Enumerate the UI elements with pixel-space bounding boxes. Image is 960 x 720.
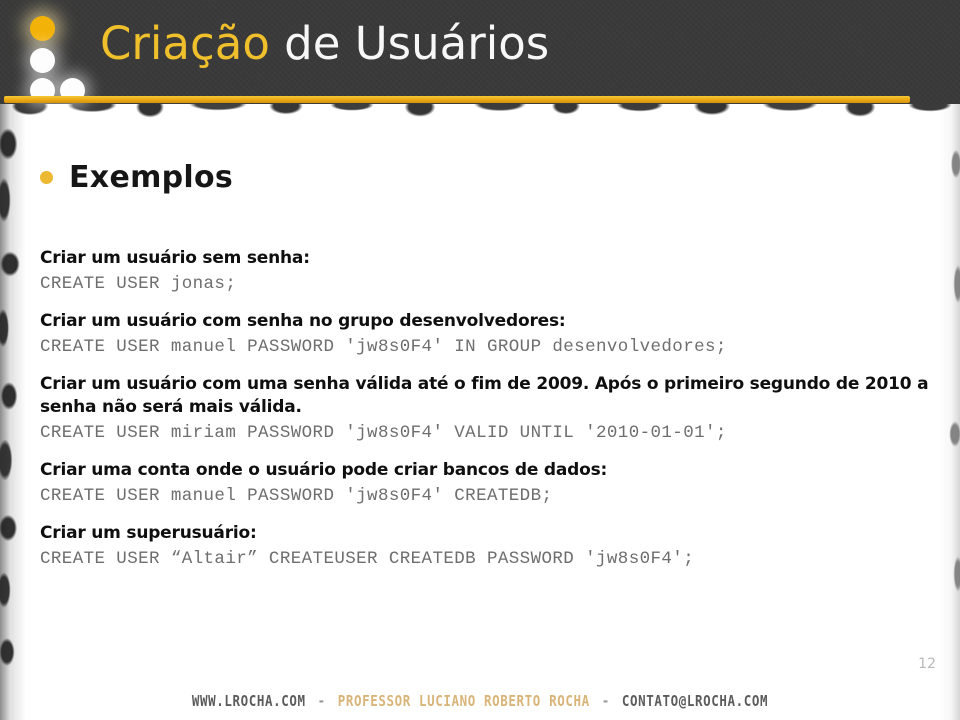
page-number: 12	[918, 656, 936, 672]
example-item: Criar um usuário com senha no grupo dese…	[40, 310, 940, 360]
lrocha-dots-logo-icon	[14, 16, 92, 103]
example-item: Criar um superusuário: CREATE USER “Alta…	[40, 522, 940, 572]
example-code: CREATE USER manuel PASSWORD 'jw8s0F4' CR…	[40, 486, 553, 506]
example-code: CREATE USER jonas;	[40, 274, 237, 294]
section-heading-label: Exemplos	[69, 160, 234, 195]
footer-website: WWW.LROCHA.COM	[191, 691, 306, 709]
example-code: CREATE USER miriam PASSWORD 'jw8s0F4' VA…	[40, 423, 727, 443]
section-heading: Exemplos	[40, 160, 233, 195]
slide-root: Criação de Usuários Exemplos Criar um us…	[0, 0, 960, 720]
logo-dot-orange	[30, 16, 55, 41]
example-description: Criar uma conta onde o usuário pode cria…	[40, 460, 608, 480]
slide-header: Criação de Usuários	[0, 0, 960, 104]
example-description: Criar um usuário sem senha:	[40, 248, 310, 268]
example-description: Criar um usuário com uma senha válida at…	[40, 374, 935, 417]
page-title: Criação de Usuários	[100, 14, 549, 74]
footer-separator-right: -	[601, 691, 610, 709]
example-code: CREATE USER “Altair” CREATEUSER CREATEDB…	[40, 549, 695, 569]
header-gold-divider	[4, 96, 910, 103]
example-item: Criar uma conta onde o usuário pode cria…	[40, 459, 940, 509]
page-title-rest: de Usuários	[270, 17, 549, 70]
footer-separator-left: -	[317, 691, 326, 709]
logo-dot-white-upper	[30, 48, 55, 73]
footer-author: PROFESSOR LUCIANO ROBERTO ROCHA	[337, 691, 590, 709]
examples-list: Criar um usuário sem senha: CREATE USER …	[40, 247, 940, 585]
slide-content: Exemplos Criar um usuário sem senha: CRE…	[0, 104, 960, 720]
example-item: Criar um usuário sem senha: CREATE USER …	[40, 247, 940, 297]
example-description: Criar um usuário com senha no grupo dese…	[40, 311, 566, 331]
page-title-highlight: Criação	[100, 17, 270, 70]
example-code: CREATE USER manuel PASSWORD 'jw8s0F4' IN…	[40, 337, 727, 357]
page-title-rest-text: de Usuários	[284, 17, 550, 70]
slide-footer: WWW.LROCHA.COM - PROFESSOR LUCIANO ROBER…	[0, 680, 960, 720]
example-description: Criar um superusuário:	[40, 523, 257, 543]
footer-email: CONTATO@LROCHA.COM	[621, 691, 769, 709]
example-item: Criar um usuário com uma senha válida at…	[40, 373, 940, 446]
bullet-icon	[40, 171, 53, 184]
